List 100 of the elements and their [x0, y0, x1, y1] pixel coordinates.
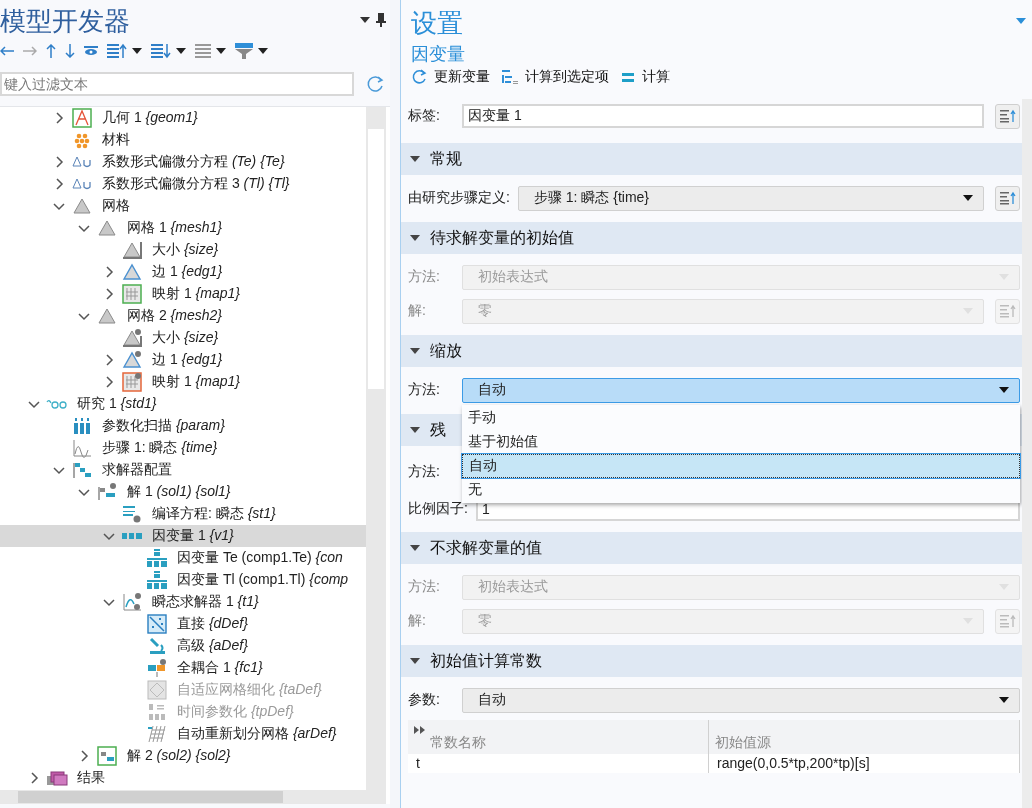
mesh-size-icon	[122, 328, 142, 348]
diamond-frame-icon	[147, 680, 167, 700]
list-arrow-icon	[999, 304, 1016, 318]
menu-option[interactable]: 手动	[462, 405, 1020, 430]
field-label: 方法:	[408, 578, 441, 596]
coupled-blocks-icon	[147, 658, 167, 678]
tree-item[interactable]: 自动重新划分网格 {arDef}	[0, 723, 366, 745]
collapse-triangle-icon	[410, 348, 420, 354]
tree-item[interactable]: 网格	[0, 195, 366, 217]
microscope-icon	[147, 636, 167, 656]
collapse-triangle-icon	[410, 545, 420, 551]
tree-item[interactable]: 材料	[0, 129, 366, 151]
caret-icon[interactable]	[360, 17, 370, 23]
tree-item[interactable]: 瞬态求解器 1 {t1}	[0, 591, 366, 613]
dropdown[interactable]: 自动	[462, 687, 1020, 713]
collapse-triangle-icon	[410, 156, 420, 162]
mapped-mesh-icon	[122, 284, 142, 304]
pin-icon[interactable]	[376, 13, 386, 27]
list-down-icon[interactable]	[151, 43, 171, 59]
tree-item[interactable]: 全耦合 1 {fc1}	[0, 657, 366, 679]
list-up-icon[interactable]	[107, 43, 127, 59]
refresh-icon[interactable]	[366, 75, 384, 93]
vertical-scrollbar[interactable]	[1022, 99, 1032, 808]
toolbar-button[interactable]: 计算	[621, 68, 670, 86]
field-label: 方法:	[408, 268, 441, 286]
vertical-scrollbar[interactable]	[366, 107, 386, 790]
dropdown[interactable]: 自动	[462, 377, 1020, 403]
table-cell: range(0,0.5*tp,200*tp)[s]	[717, 755, 870, 771]
tree-item[interactable]: 直接 {dDef}	[0, 613, 366, 635]
panel-subtitle: 因变量	[411, 43, 466, 66]
section-header[interactable]: 不求解变量的值	[401, 532, 1022, 564]
tree-item[interactable]: 步骤 1: 瞬态 {time}	[0, 437, 366, 459]
tree-item[interactable]: 编译方程: 瞬态 {st1}	[0, 503, 366, 525]
side-button[interactable]	[995, 185, 1020, 211]
tree-item[interactable]: 网格 1 {mesh1}	[0, 217, 366, 239]
slanted-grid-icon	[147, 724, 167, 744]
tree-item[interactable]: 参数化扫描 {param}	[0, 415, 366, 437]
tree-item[interactable]: 边 1 {edg1}	[0, 261, 366, 283]
tree-item[interactable]: 解 2 (sol2) {sol2}	[0, 745, 366, 767]
tree-item[interactable]: 结果	[0, 767, 366, 789]
tree-item[interactable]: 高级 {aDef}	[0, 635, 366, 657]
horizontal-scrollbar[interactable]	[0, 790, 386, 804]
bars-icon	[72, 416, 92, 436]
tree-item[interactable]: 研究 1 {std1}	[0, 393, 366, 415]
mesh-icon	[97, 218, 117, 238]
stairs-icon	[97, 746, 117, 766]
tree-item[interactable]: 因变量 Tl (comp1.Tl) {comp	[0, 569, 366, 591]
refresh-icon	[411, 69, 427, 85]
filter-field[interactable]: 键入过滤文本	[0, 72, 354, 96]
back-arrow-icon[interactable]	[0, 46, 14, 56]
down-arrow-icon[interactable]	[65, 44, 75, 58]
section-header[interactable]: 常规	[401, 143, 1022, 175]
column-header: 常数名称	[429, 734, 487, 752]
tree-item[interactable]: 系数形式偏微分方程 3 (Tl) {Tl}	[0, 173, 366, 195]
caret-icon[interactable]	[132, 48, 142, 54]
toolbar-button[interactable]: 计算到选定项	[502, 68, 609, 86]
tree-item[interactable]: 因变量 Te (comp1.Te) {con	[0, 547, 366, 569]
caret-icon[interactable]	[216, 48, 226, 54]
caret-icon[interactable]	[999, 387, 1009, 393]
field-label: 解:	[408, 612, 427, 630]
toolbar-button[interactable]: 更新变量	[411, 68, 490, 86]
caret-icon[interactable]	[258, 48, 268, 54]
tree-item[interactable]: 边 1 {edg1}	[0, 349, 366, 371]
section-header[interactable]: 缩放	[401, 335, 1022, 367]
field-label: 比例因子:	[408, 499, 469, 518]
menu-option[interactable]: 基于初始值	[462, 429, 1020, 454]
tree-item[interactable]: 映射 1 {map1}	[0, 283, 366, 305]
tree-item[interactable]: 大小 {size}	[0, 239, 366, 261]
collapse-triangle-icon	[410, 427, 420, 433]
section-header[interactable]: 待求解变量的初始值	[401, 222, 1022, 254]
section-header[interactable]: 初始值计算常数	[401, 645, 1022, 677]
tree-item[interactable]: 大小 {size}	[0, 327, 366, 349]
mesh-icon	[97, 306, 117, 326]
caret-icon[interactable]	[176, 48, 186, 54]
side-button[interactable]	[995, 103, 1020, 129]
tree-steps-icon	[502, 69, 518, 85]
caret-icon[interactable]	[999, 697, 1009, 703]
mapped-mesh-icon	[122, 372, 142, 392]
grid-dots-icon	[147, 702, 167, 722]
caret-icon[interactable]	[963, 195, 973, 201]
tree-item[interactable]: 网格 2 {mesh2}	[0, 305, 366, 327]
tree-item[interactable]: 系数形式偏微分方程 (Te) {Te}	[0, 151, 366, 173]
field-label: 方法:	[408, 381, 441, 399]
tree-item[interactable]: 映射 1 {map1}	[0, 371, 366, 393]
label-field[interactable]: 因变量 1	[462, 104, 984, 128]
list-icon[interactable]	[195, 43, 211, 59]
funnel-icon[interactable]	[235, 43, 253, 59]
double-arrow-icon[interactable]	[414, 726, 426, 734]
edge-icon	[122, 262, 142, 282]
field-icon	[146, 548, 168, 568]
eye-icon[interactable]	[84, 46, 98, 56]
stacked-windows-icon	[46, 768, 68, 788]
tree-item[interactable]: 求解器配置	[0, 459, 366, 481]
field-label: 解:	[408, 302, 427, 320]
up-arrow-icon[interactable]	[46, 44, 56, 58]
tree-item[interactable]: 几何 1 {geom1}	[0, 107, 366, 129]
dropdown[interactable]: 步骤 1: 瞬态 {time}	[517, 185, 984, 211]
tree-item[interactable]: 解 1 (sol1) {sol1}	[0, 481, 366, 503]
menu-option[interactable]: 自动	[462, 453, 1020, 478]
tree-item[interactable]: 因变量 1 {v1}	[0, 525, 366, 547]
